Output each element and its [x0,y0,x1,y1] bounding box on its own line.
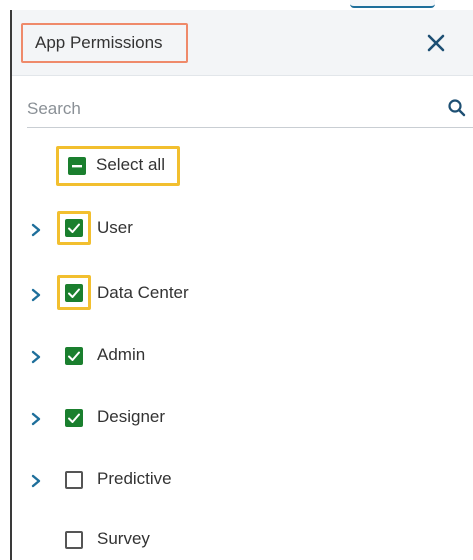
check-icon [68,288,80,298]
panel-title-text: App Permissions [35,33,163,52]
permission-item-designer[interactable]: Designer [12,402,473,434]
minus-icon [72,165,82,168]
survey-checkbox[interactable] [65,531,83,549]
top-strip [0,0,473,10]
check-icon [68,413,80,423]
data-center-checkbox[interactable] [65,284,83,302]
permission-item-data-center[interactable]: Data Center [12,275,473,310]
designer-checkbox[interactable] [65,409,83,427]
predictive-label: Predictive [97,469,172,488]
permission-item-predictive[interactable]: Predictive [12,464,473,496]
select-all-checkbox[interactable] [68,157,86,175]
chevron-right-icon[interactable] [29,222,43,238]
close-button[interactable] [423,30,449,56]
top-tab-edge [350,0,435,8]
check-icon [68,351,80,361]
permission-item-user[interactable]: User [12,211,473,245]
search-bar [27,92,473,128]
search-icon[interactable] [447,98,467,118]
check-icon [68,223,80,233]
user-checkbox[interactable] [65,219,83,237]
search-input[interactable] [27,94,427,124]
admin-label: Admin [97,345,146,364]
close-icon [427,34,445,52]
chevron-right-icon[interactable] [29,349,43,365]
user-label: User [97,218,133,237]
select-all-label: Select all [96,155,165,174]
predictive-checkbox[interactable] [65,471,83,489]
select-all-row[interactable]: Select all [12,146,473,186]
designer-label: Designer [97,407,166,426]
chevron-right-icon[interactable] [29,473,43,489]
chevron-right-icon[interactable] [29,411,43,427]
admin-checkbox[interactable] [65,347,83,365]
app-permissions-panel: App Permissions Select all [10,10,473,560]
panel-title: App Permissions [21,23,188,63]
survey-label: Survey [97,529,150,548]
chevron-right-icon[interactable] [29,287,43,303]
panel-header: App Permissions [12,10,473,76]
permission-item-admin[interactable]: Admin [12,340,473,372]
permission-item-survey[interactable]: Survey [12,524,473,556]
data-center-label: Data Center [97,283,189,302]
